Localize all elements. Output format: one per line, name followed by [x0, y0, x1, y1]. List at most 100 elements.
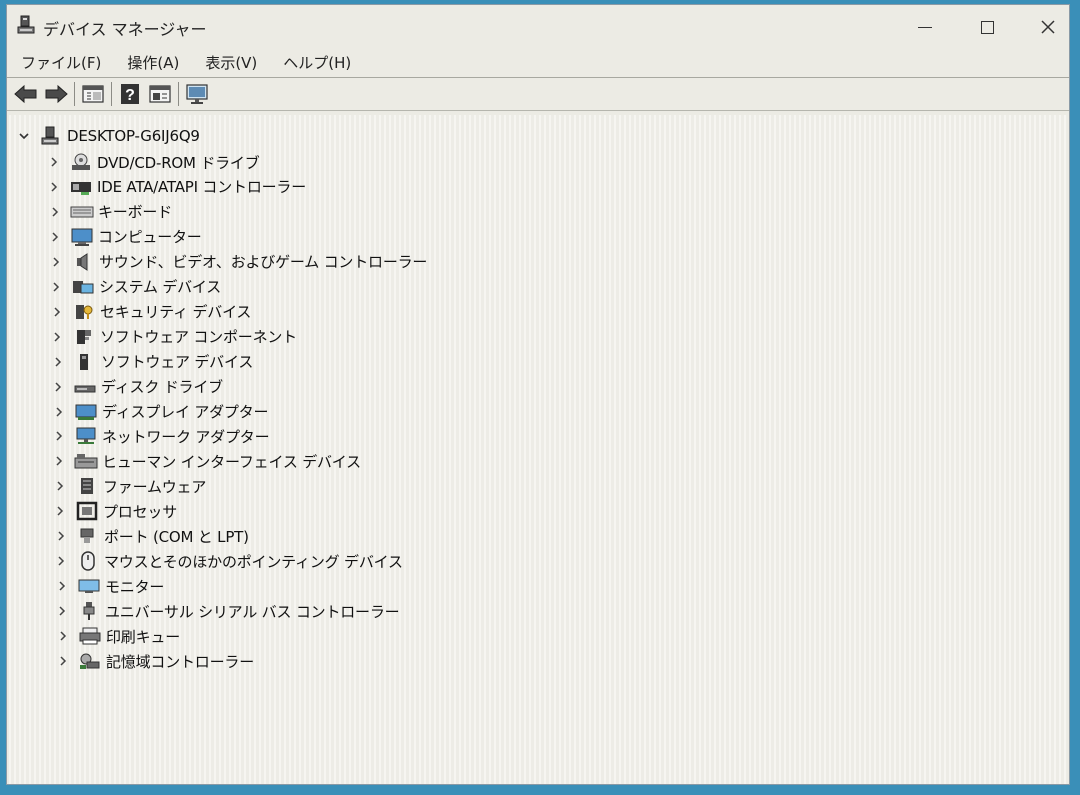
- device-manager-window: デバイス マネージャー ファイル(F) 操作(A) 表示(V) ヘルプ(H) ?…: [6, 4, 1070, 785]
- chevron-right-icon[interactable]: [54, 652, 72, 670]
- tree-item[interactable]: セキュリティ デバイス: [48, 300, 251, 324]
- tree-item[interactable]: ポート (COM と LPT): [52, 524, 249, 548]
- tree-item-label: システム デバイス: [99, 278, 222, 297]
- tree-item[interactable]: 印刷キュー: [54, 624, 180, 648]
- ide-controller-icon: [69, 177, 93, 197]
- toolbar-separator: [111, 82, 112, 106]
- maximize-icon: [980, 20, 994, 34]
- forward-icon: [45, 84, 68, 104]
- help-button[interactable]: ?: [115, 81, 145, 107]
- chevron-right-icon[interactable]: [50, 403, 68, 421]
- tree-item-label: サウンド、ビデオ、およびゲーム コントローラー: [99, 253, 428, 272]
- tree-item[interactable]: ヒューマン インターフェイス デバイス: [50, 449, 361, 473]
- chevron-right-icon[interactable]: [51, 502, 69, 520]
- chevron-right-icon[interactable]: [48, 328, 66, 346]
- toolbar-separator: [178, 82, 179, 106]
- speaker-icon: [71, 252, 95, 272]
- menu-view[interactable]: 表示(V): [203, 50, 259, 75]
- chevron-right-icon[interactable]: [54, 627, 72, 645]
- chevron-right-icon[interactable]: [49, 378, 67, 396]
- svg-text:?: ?: [125, 87, 135, 104]
- chevron-right-icon[interactable]: [53, 602, 71, 620]
- close-icon: [1041, 20, 1055, 34]
- tree-item[interactable]: ユニバーサル シリアル バス コントローラー: [53, 599, 400, 623]
- tree-item[interactable]: ソフトウェア コンポーネント: [48, 325, 297, 349]
- chevron-right-icon[interactable]: [51, 477, 69, 495]
- tree-root-label: DESKTOP-G6IJ6Q9: [67, 127, 200, 145]
- tree-item-label: ソフトウェア コンポーネント: [100, 328, 297, 347]
- minimize-button[interactable]: [903, 15, 947, 39]
- chevron-right-icon[interactable]: [53, 577, 71, 595]
- tree-item[interactable]: IDE ATA/ATAPI コントローラー: [45, 175, 306, 199]
- chevron-right-icon[interactable]: [47, 253, 65, 271]
- usb-icon: [77, 601, 101, 621]
- chevron-right-icon[interactable]: [52, 552, 70, 570]
- tree-root[interactable]: DESKTOP-G6IJ6Q9: [15, 124, 200, 148]
- tree-item[interactable]: ディスク ドライブ: [49, 375, 223, 399]
- back-button[interactable]: [11, 81, 41, 107]
- tree-item-label: ファームウェア: [103, 477, 207, 496]
- mouse-icon: [76, 551, 100, 571]
- tree-item-label: ディスプレイ アダプター: [102, 403, 269, 421]
- computer-root-icon: [39, 126, 63, 146]
- chevron-right-icon[interactable]: [52, 527, 70, 545]
- chevron-right-icon[interactable]: [45, 178, 63, 196]
- menu-action[interactable]: 操作(A): [125, 50, 181, 75]
- tree-item[interactable]: キーボード: [46, 200, 172, 224]
- tree-item-label: ヒューマン インターフェイス デバイス: [102, 452, 361, 471]
- keyboard-icon: [70, 202, 94, 222]
- software-component-icon: [72, 327, 96, 347]
- chevron-right-icon[interactable]: [45, 153, 63, 171]
- display-adapter-icon: [74, 402, 98, 422]
- chevron-right-icon[interactable]: [49, 353, 67, 371]
- tree-item[interactable]: サウンド、ビデオ、およびゲーム コントローラー: [47, 250, 427, 274]
- tree-item-label: IDE ATA/ATAPI コントローラー: [97, 178, 307, 197]
- tree-item[interactable]: モニター: [53, 574, 164, 598]
- device-tree[interactable]: DESKTOP-G6IJ6Q9 DVD/CD-ROM ドライブ IDE ATA/A…: [9, 115, 1067, 784]
- system-device-icon: [71, 277, 95, 297]
- menu-help[interactable]: ヘルプ(H): [281, 50, 353, 75]
- tree-item-label: ディスク ドライブ: [101, 378, 223, 397]
- tree-item[interactable]: プロセッサ: [51, 499, 177, 523]
- tree-item[interactable]: コンピューター: [46, 225, 202, 249]
- hid-icon: [74, 451, 98, 471]
- chevron-right-icon[interactable]: [48, 303, 66, 321]
- tree-item[interactable]: マウスとそのほかのポインティング デバイス: [52, 549, 403, 573]
- tree-item[interactable]: ソフトウェア デバイス: [49, 350, 253, 374]
- tree-item[interactable]: ディスプレイ アダプター: [50, 400, 269, 424]
- tree-item-label: モニター: [105, 577, 165, 596]
- tree-item[interactable]: 記憶域コントローラー: [54, 649, 254, 673]
- chevron-right-icon[interactable]: [47, 278, 65, 296]
- processor-icon: [75, 501, 99, 521]
- forward-button[interactable]: [41, 81, 71, 107]
- chevron-right-icon[interactable]: [50, 427, 68, 445]
- toolbar: ?: [7, 77, 1069, 111]
- tree-item-label: コンピューター: [98, 228, 202, 247]
- port-icon: [76, 526, 100, 546]
- update-driver-button[interactable]: [145, 81, 175, 107]
- tree-item[interactable]: DVD/CD-ROM ドライブ: [45, 150, 260, 174]
- tree-item-label: セキュリティ デバイス: [100, 303, 252, 322]
- computer-icon: [70, 227, 94, 247]
- title-bar[interactable]: デバイス マネージャー: [7, 5, 1069, 47]
- maximize-button[interactable]: [965, 15, 1009, 39]
- tree-item-label: ソフトウェア デバイス: [101, 353, 254, 372]
- chevron-right-icon[interactable]: [50, 452, 68, 470]
- tree-item[interactable]: ファームウェア: [51, 474, 206, 498]
- tree-item[interactable]: システム デバイス: [47, 275, 221, 299]
- chevron-right-icon[interactable]: [46, 203, 64, 221]
- properties-button[interactable]: [78, 81, 108, 107]
- tree-item-label: 印刷キュー: [106, 627, 181, 646]
- monitor-icon: [77, 576, 101, 596]
- tree-item-label: プロセッサ: [103, 502, 178, 521]
- menu-file[interactable]: ファイル(F): [19, 50, 103, 75]
- device-manager-app-icon: [15, 13, 39, 37]
- window-title: デバイス マネージャー: [43, 20, 207, 39]
- close-button[interactable]: [1026, 15, 1070, 39]
- update-driver-icon: [149, 85, 171, 103]
- scan-hardware-button[interactable]: [182, 81, 212, 107]
- tree-item[interactable]: ネットワーク アダプター: [50, 424, 270, 448]
- chevron-right-icon[interactable]: [46, 228, 64, 246]
- chevron-down-icon[interactable]: [15, 127, 33, 145]
- security-device-icon: [72, 302, 96, 322]
